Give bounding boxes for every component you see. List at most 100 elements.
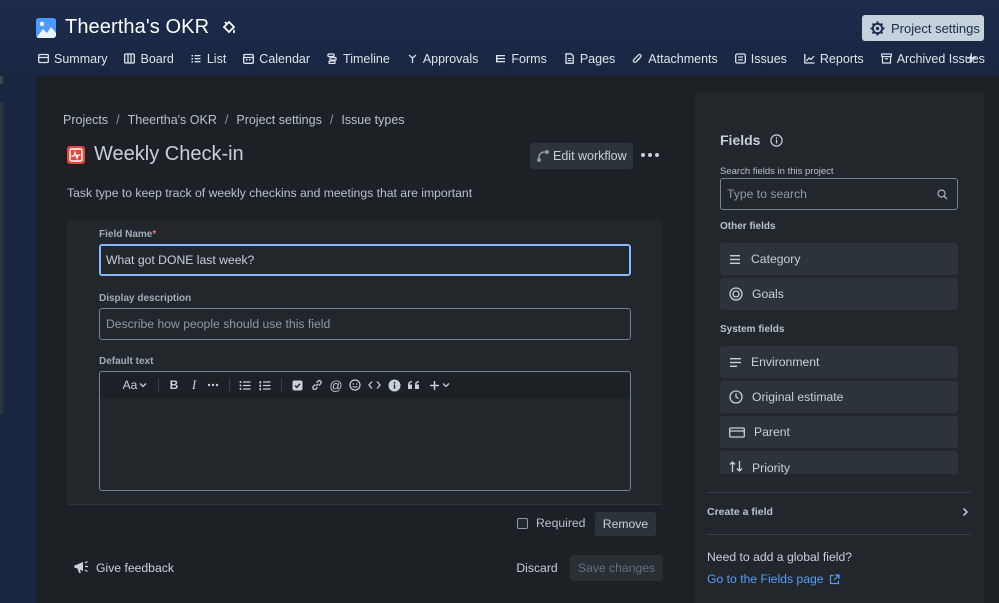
theme-paint-icon[interactable] xyxy=(222,20,236,36)
project-title: Theertha's OKR xyxy=(65,16,210,38)
bold-icon[interactable]: B xyxy=(166,376,182,394)
issue-type-title[interactable]: Weekly Check-in xyxy=(94,143,244,166)
gear-icon xyxy=(870,20,885,36)
tab-list[interactable]: List xyxy=(191,52,226,66)
display-description-input[interactable]: Describe how people should use this fiel… xyxy=(99,308,631,340)
display-description-label: Display description xyxy=(99,293,192,304)
clock-icon xyxy=(729,390,743,404)
give-feedback-button[interactable]: Give feedback xyxy=(74,560,174,575)
fields-panel-title: Fields xyxy=(720,132,784,148)
info-icon[interactable] xyxy=(770,133,784,147)
megaphone-icon xyxy=(74,560,88,573)
sidebar-edge-nub xyxy=(0,76,3,84)
numbered-list-icon[interactable] xyxy=(257,376,273,394)
checkbox-icon[interactable] xyxy=(289,376,305,394)
breadcrumb-project-settings[interactable]: Project settings xyxy=(236,113,321,127)
discard-button[interactable]: Discard xyxy=(508,556,566,580)
quote-icon[interactable] xyxy=(405,376,421,394)
code-icon[interactable] xyxy=(366,376,382,394)
board-icon xyxy=(124,53,136,64)
tab-summary[interactable]: Summary xyxy=(38,52,107,66)
target-icon xyxy=(729,287,743,301)
tab-issues[interactable]: Issues xyxy=(734,52,787,66)
save-changes-button[interactable]: Save changes xyxy=(570,555,663,581)
tab-timeline[interactable]: Timeline xyxy=(327,52,390,66)
other-fields-heading: Other fields xyxy=(720,221,776,232)
pages-icon xyxy=(565,53,574,64)
required-checkbox[interactable]: Required xyxy=(517,516,585,530)
project-settings-button[interactable]: Project settings xyxy=(862,15,984,41)
external-link-icon xyxy=(829,573,840,584)
link-icon[interactable] xyxy=(309,376,325,394)
field-name-label: Field Name* xyxy=(99,229,157,240)
tab-pages[interactable]: Pages xyxy=(564,52,615,66)
list-icon xyxy=(191,55,201,63)
tab-approvals[interactable]: Approvals xyxy=(407,52,478,66)
breadcrumb: Projects / Theertha's OKR / Project sett… xyxy=(63,113,405,127)
lines-icon xyxy=(730,254,740,264)
plus-icon xyxy=(429,380,439,390)
field-name-input[interactable]: What got DONE last week? xyxy=(99,244,631,276)
toolbar-divider xyxy=(229,378,230,392)
default-text-editor[interactable]: Aa B I @ xyxy=(99,371,631,491)
field-item-category[interactable]: Category xyxy=(720,243,958,275)
more-formatting-icon[interactable] xyxy=(205,376,221,394)
create-field-button[interactable]: Create a field xyxy=(707,506,969,518)
breadcrumb-projects[interactable]: Projects xyxy=(63,113,108,127)
chevron-right-icon xyxy=(962,507,969,517)
forms-icon xyxy=(496,55,506,63)
toolbar-divider xyxy=(158,378,159,392)
tab-forms[interactable]: Forms xyxy=(495,52,547,66)
sidebar-resize-handle[interactable] xyxy=(0,102,3,414)
field-item-original-estimate[interactable]: Original estimate xyxy=(720,381,958,413)
checkbox-box[interactable] xyxy=(517,517,528,529)
bullet-list-icon[interactable] xyxy=(237,376,253,394)
mention-icon[interactable]: @ xyxy=(328,376,344,394)
breadcrumb-project[interactable]: Theertha's OKR xyxy=(128,113,217,127)
insert-dropdown[interactable] xyxy=(426,376,452,394)
system-fields-heading: System fields xyxy=(720,324,785,335)
breadcrumb-separator: / xyxy=(329,113,334,127)
editor-toolbar: Aa B I @ xyxy=(100,372,630,398)
more-actions-button[interactable] xyxy=(641,148,659,162)
search-fields-label: Search fields in this project xyxy=(720,166,834,177)
emoji-icon[interactable] xyxy=(347,376,363,394)
edit-workflow-button[interactable]: Edit workflow xyxy=(530,143,633,169)
add-tab-button[interactable]: + xyxy=(966,49,977,67)
dot-icon xyxy=(648,153,652,157)
tab-board[interactable]: Board xyxy=(124,52,174,66)
dot-icon xyxy=(641,153,645,157)
search-fields-input[interactable]: Type to search xyxy=(720,178,958,210)
field-item-environment[interactable]: Environment xyxy=(720,346,958,378)
global-field-prompt: Need to add a global field? xyxy=(707,550,853,564)
timeline-icon xyxy=(327,53,337,64)
chevron-down-icon xyxy=(442,383,449,388)
field-item-goals[interactable]: Goals xyxy=(720,278,958,310)
field-item-parent[interactable]: Parent xyxy=(720,416,958,448)
priority-icon xyxy=(729,461,743,472)
toolbar-divider xyxy=(281,378,282,392)
breadcrumb-separator: / xyxy=(116,113,120,127)
info-panel-icon[interactable] xyxy=(386,376,402,394)
field-item-priority[interactable]: Priority xyxy=(720,451,958,475)
issue-type-description[interactable]: Task type to keep track of weekly checki… xyxy=(67,186,472,200)
panel-divider xyxy=(707,534,971,535)
remove-field-button[interactable]: Remove xyxy=(595,512,656,536)
text-style-dropdown[interactable]: Aa xyxy=(120,376,150,394)
issue-type-icon[interactable] xyxy=(67,146,85,164)
tab-reports[interactable]: Reports xyxy=(804,52,864,66)
default-text-label: Default text xyxy=(99,356,154,367)
dot-icon xyxy=(655,153,659,157)
breadcrumb-separator: / xyxy=(224,113,229,127)
tab-attachments[interactable]: Attachments xyxy=(632,52,718,66)
attachments-icon xyxy=(633,53,642,63)
fields-page-link[interactable]: Go to the Fields page xyxy=(707,572,840,586)
text-lines-icon xyxy=(730,357,741,367)
reports-icon xyxy=(804,54,815,64)
content-gutter xyxy=(20,76,36,603)
italic-icon[interactable]: I xyxy=(186,376,202,394)
required-mark: * xyxy=(152,229,157,240)
breadcrumb-issue-types[interactable]: Issue types xyxy=(341,113,404,127)
edit-workflow-label: Edit workflow xyxy=(553,149,627,163)
tab-calendar[interactable]: Calendar xyxy=(243,52,310,66)
